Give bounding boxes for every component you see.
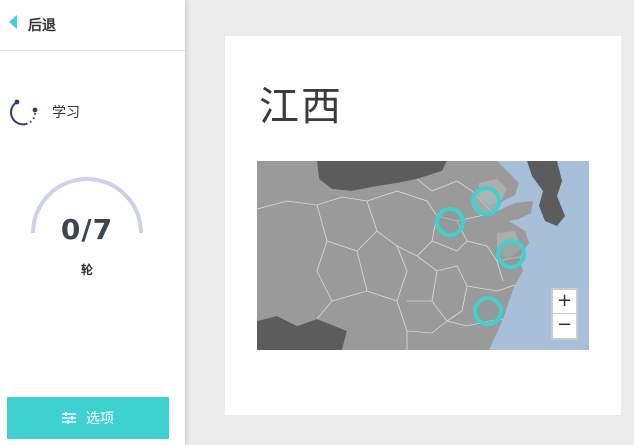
map-marker[interactable] — [496, 239, 526, 269]
back-arrow-icon — [9, 15, 17, 29]
back-button[interactable]: 后退 — [0, 0, 185, 51]
map-marker[interactable] — [471, 186, 501, 216]
map-marker[interactable] — [435, 207, 465, 237]
learn-cycle-icon — [10, 99, 38, 126]
question-title: 江西 — [259, 84, 343, 130]
zoom-control: + − — [551, 288, 578, 340]
question-card: 江西 + − — [225, 36, 621, 415]
progress-unit: 轮 — [80, 263, 93, 277]
progress-count: 0/7 — [60, 213, 114, 246]
zoom-in-button[interactable]: + — [553, 290, 576, 314]
sliders-icon — [62, 412, 76, 424]
progress-gauge: 0/7 轮 — [28, 175, 146, 285]
study-mode: 学习 — [0, 94, 185, 130]
sidebar: 后退 学习 0/7 轮 选项 — [0, 0, 185, 445]
zoom-out-button[interactable]: − — [553, 314, 576, 338]
options-label: 选项 — [86, 411, 114, 427]
map-marker[interactable] — [473, 296, 503, 326]
mode-label: 学习 — [52, 105, 80, 121]
map[interactable]: + − — [257, 161, 589, 350]
back-label: 后退 — [28, 18, 56, 34]
options-button[interactable]: 选项 — [7, 397, 169, 439]
map-markers — [435, 186, 526, 326]
